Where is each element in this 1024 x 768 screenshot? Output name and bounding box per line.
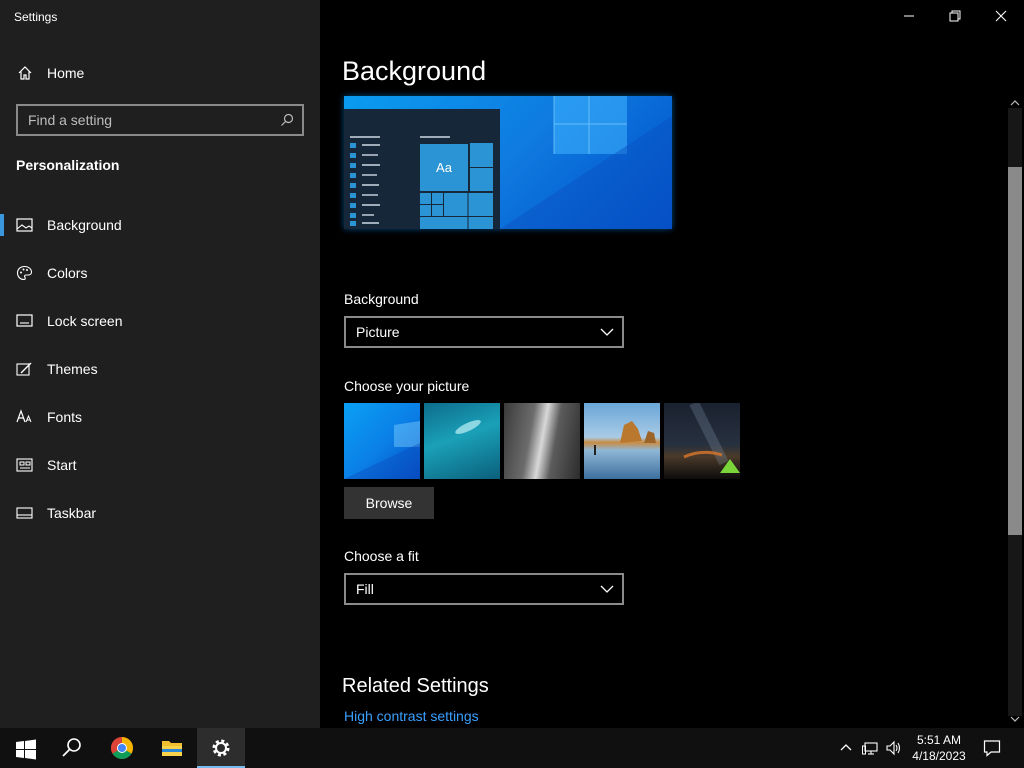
sidebar-item-label: Themes [47,361,98,377]
sidebar-item-label: Fonts [47,409,83,425]
sidebar-item-lock-screen[interactable]: Lock screen [0,301,320,341]
network-icon[interactable] [862,740,878,756]
background-preview: Aa [344,96,672,229]
palette-icon [16,265,33,281]
taskbar: 5:51 AM 4/18/2023 [0,728,1024,768]
choose-picture-label: Choose your picture [344,378,470,394]
chrome-icon [111,737,133,759]
taskbar-icon [16,507,33,519]
start-button[interactable] [0,728,48,768]
chevron-down-icon [600,328,614,336]
high-contrast-settings-link[interactable]: High contrast settings [344,708,479,724]
background-dropdown-value: Picture [356,324,400,340]
app-title: Settings [14,10,58,24]
scrollbar-thumb[interactable] [1008,167,1022,535]
rock-formation-icon [594,421,656,455]
clock-time: 5:51 AM [916,733,962,747]
main-content: Background Aa Background Picture Choose … [320,0,1024,728]
page-title: Background [342,56,487,86]
background-label: Background [344,291,419,307]
search-box[interactable] [16,104,304,136]
sidebar-item-label: Start [47,457,77,473]
sidebar: Settings Home Personalization Background… [0,0,320,728]
picture-thumbnail-underwater[interactable] [424,403,500,479]
windows-logo-icon [344,421,420,479]
chrome-taskbar-button[interactable] [98,728,146,768]
section-title: Personalization [16,157,120,173]
start-grid-icon [16,458,33,472]
sidebar-item-label: Colors [47,265,88,281]
gear-icon [212,739,230,757]
scroll-up-arrow-icon[interactable] [1010,98,1020,108]
windows-start-icon [16,739,36,760]
system-clock[interactable]: 5:51 AM 4/18/2023 [905,732,973,764]
search-icon [62,738,81,757]
home-icon [18,66,32,80]
home-label: Home [47,65,85,81]
lock-screen-icon [16,314,33,327]
picture-thumbnail-waterfall[interactable] [504,403,580,479]
taskbar-search-button[interactable] [48,728,96,768]
tent-icon [683,400,740,473]
picture-thumbnail-night-sky[interactable] [664,400,740,479]
chevron-down-icon [600,585,614,593]
picture-icon [16,218,33,232]
swimmer-icon [455,420,481,434]
action-center-icon[interactable] [983,739,1001,757]
background-dropdown[interactable]: Picture [344,316,624,348]
choose-fit-label: Choose a fit [344,548,419,564]
file-explorer-taskbar-button[interactable] [148,728,196,768]
folder-icon [162,741,182,756]
sidebar-item-start[interactable]: Start [0,445,320,485]
search-icon[interactable] [280,113,294,127]
picture-thumbnail-beach-rocks[interactable] [584,403,660,479]
preview-tile-aa: Aa [420,144,468,191]
chevron-up-icon[interactable] [838,740,854,756]
themes-brush-icon [16,362,32,376]
sidebar-item-fonts[interactable]: Fonts [0,397,320,437]
clock-date: 4/18/2023 [912,749,966,763]
close-icon [995,10,1007,22]
sidebar-item-taskbar[interactable]: Taskbar [0,493,320,533]
scrollbar[interactable] [1006,96,1024,728]
picture-thumbnails [344,400,744,479]
scroll-down-arrow-icon[interactable] [1010,714,1020,724]
minimize-icon [904,15,914,17]
sidebar-item-label: Lock screen [47,313,123,329]
restore-icon [949,10,961,22]
fit-dropdown-value: Fill [356,581,374,597]
fit-dropdown[interactable]: Fill [344,573,624,605]
sidebar-item-colors[interactable]: Colors [0,253,320,293]
fonts-icon [16,409,32,423]
sidebar-item-background[interactable]: Background [0,205,320,245]
browse-button[interactable]: Browse [344,487,434,519]
picture-thumbnail-windows[interactable] [344,403,420,479]
sidebar-item-themes[interactable]: Themes [0,349,320,389]
home-nav-item[interactable]: Home [0,58,320,88]
sidebar-item-label: Taskbar [47,505,97,521]
volume-icon[interactable] [885,740,901,756]
minimize-button[interactable] [886,0,932,32]
search-input[interactable] [28,111,268,129]
sidebar-item-label: Background [47,217,122,233]
restore-button[interactable] [932,0,978,32]
related-settings-title: Related Settings [342,675,489,697]
settings-taskbar-button[interactable] [197,728,245,768]
close-button[interactable] [978,0,1024,32]
